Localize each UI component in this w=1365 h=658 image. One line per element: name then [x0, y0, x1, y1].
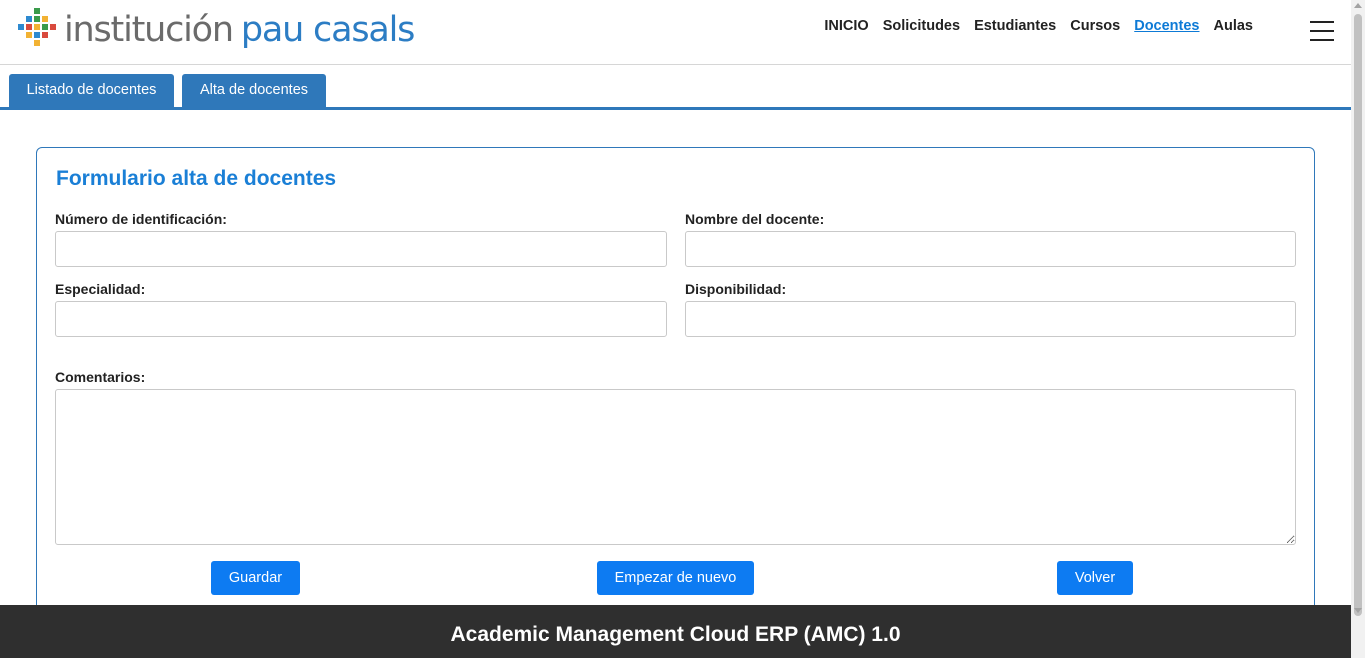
hamburger-menu-icon[interactable] — [1310, 21, 1334, 41]
nav-item-docentes[interactable]: Docentes — [1134, 18, 1199, 34]
logo-mosaic-icon — [18, 8, 62, 52]
app-footer: Academic Management Cloud ERP (AMC) 1.0 — [0, 605, 1351, 658]
scroll-down-arrow-icon[interactable] — [1354, 608, 1362, 613]
hamburger-line — [1310, 39, 1334, 41]
logo-text: institución pau casals — [64, 7, 416, 53]
comments-textarea[interactable] — [55, 389, 1296, 545]
teacher-name-label: Nombre del docente: — [685, 211, 825, 227]
reset-button[interactable]: Empezar de nuevo — [597, 561, 754, 595]
institution-logo[interactable]: institución pau casals — [18, 7, 416, 53]
docentes-tabs: Listado de docentes Alta de docentes — [0, 74, 1351, 110]
nav-item-estudiantes[interactable]: Estudiantes — [974, 18, 1056, 34]
nav-item-cursos[interactable]: Cursos — [1070, 18, 1120, 34]
nav-item-inicio[interactable]: INICIO — [824, 18, 868, 34]
id-number-input[interactable] — [55, 231, 667, 267]
logo-word-institucion: institución — [64, 10, 234, 50]
id-number-label: Número de identificación: — [55, 211, 227, 227]
availability-input[interactable] — [685, 301, 1296, 337]
vertical-scrollbar[interactable] — [1351, 0, 1365, 658]
nav-item-solicitudes[interactable]: Solicitudes — [883, 18, 960, 34]
main-nav: INICIO Solicitudes Estudiantes Cursos Do… — [824, 18, 1253, 34]
save-button[interactable]: Guardar — [211, 561, 300, 595]
tab-alta-docentes[interactable]: Alta de docentes — [182, 74, 326, 107]
scrollbar-thumb[interactable] — [1354, 14, 1362, 616]
availability-label: Disponibilidad: — [685, 281, 787, 297]
top-header: institución pau casals INICIO Solicitudes… — [0, 0, 1351, 65]
nav-item-aulas[interactable]: Aulas — [1214, 18, 1254, 34]
teacher-name-input[interactable] — [685, 231, 1296, 267]
specialty-label: Especialidad: — [55, 281, 146, 297]
hamburger-line — [1310, 30, 1334, 32]
back-button[interactable]: Volver — [1057, 561, 1133, 595]
logo-word-pau-casals: pau casals — [240, 10, 416, 50]
comments-label: Comentarios: — [55, 369, 146, 385]
tab-listado-docentes[interactable]: Listado de docentes — [9, 74, 174, 107]
teacher-form-card: Formulario alta de docentes Número de id… — [36, 147, 1315, 627]
hamburger-line — [1310, 21, 1334, 23]
form-title: Formulario alta de docentes — [56, 167, 337, 190]
specialty-input[interactable] — [55, 301, 667, 337]
scroll-up-arrow-icon[interactable] — [1354, 3, 1362, 8]
